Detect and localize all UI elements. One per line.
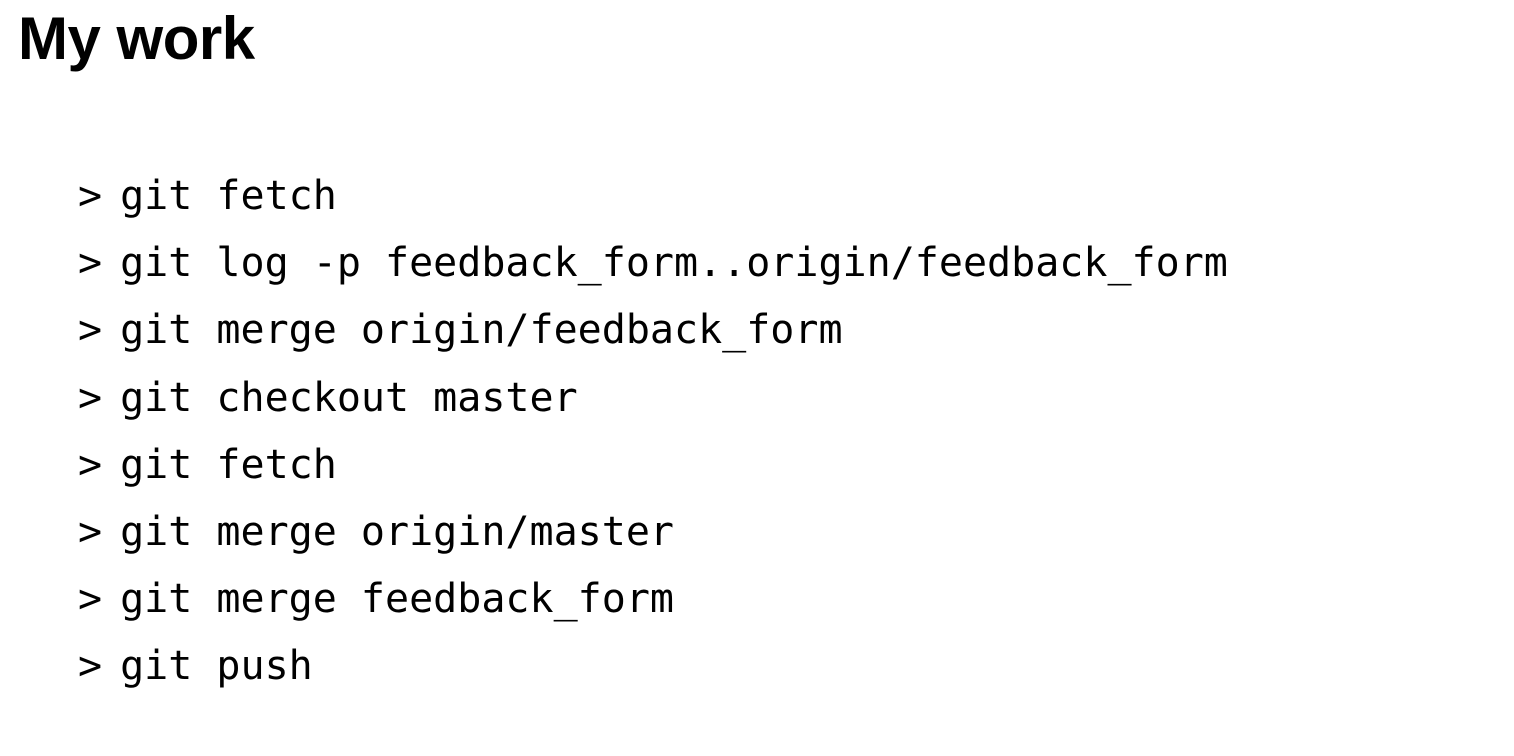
command-line: > git merge origin/feedback_form [78, 297, 1514, 364]
command-text: git log -p feedback_form..origin/feedbac… [120, 230, 1228, 297]
command-line: > git fetch [78, 163, 1514, 230]
prompt-symbol: > [78, 566, 102, 633]
command-text: git merge origin/feedback_form [120, 297, 842, 364]
command-line: > git log -p feedback_form..origin/feedb… [78, 230, 1514, 297]
command-line: > git merge feedback_form [78, 566, 1514, 633]
prompt-symbol: > [78, 432, 102, 499]
prompt-symbol: > [78, 633, 102, 700]
prompt-symbol: > [78, 163, 102, 230]
page-title: My work [18, 4, 1514, 73]
command-text: git merge feedback_form [120, 566, 674, 633]
command-line: > git push [78, 633, 1514, 700]
command-list: > git fetch > git log -p feedback_form..… [78, 163, 1514, 701]
command-text: git fetch [120, 432, 337, 499]
command-text: git fetch [120, 163, 337, 230]
command-line: > git fetch [78, 432, 1514, 499]
prompt-symbol: > [78, 365, 102, 432]
prompt-symbol: > [78, 499, 102, 566]
command-line: > git merge origin/master [78, 499, 1514, 566]
prompt-symbol: > [78, 297, 102, 364]
command-line: > git checkout master [78, 365, 1514, 432]
prompt-symbol: > [78, 230, 102, 297]
command-text: git push [120, 633, 313, 700]
command-text: git merge origin/master [120, 499, 674, 566]
command-text: git checkout master [120, 365, 578, 432]
